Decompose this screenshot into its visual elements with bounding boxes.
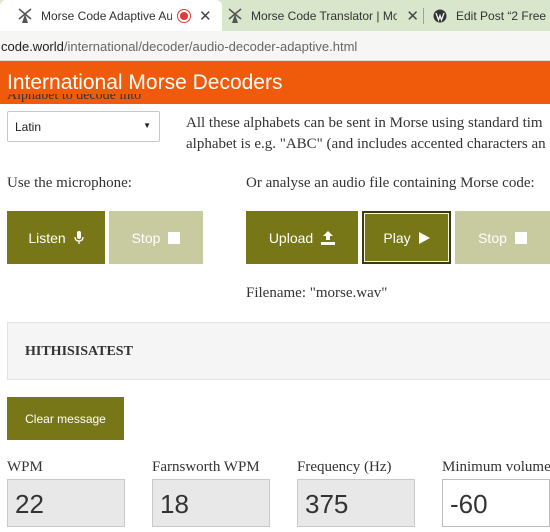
wpm-value: 22 xyxy=(15,489,44,519)
browser-tab-edit-post[interactable]: Edit Post “2 Free Onli xyxy=(432,0,550,31)
filename-text: Filename: "morse.wav" xyxy=(246,285,388,301)
upload-icon xyxy=(321,230,336,245)
close-tab-icon[interactable]: ✕ xyxy=(406,7,419,25)
url-text[interactable]: code.world/international/decoder/audio-d… xyxy=(1,39,357,54)
microphone-label: Use the microphone: xyxy=(7,175,132,191)
url-path: /international/decoder/audio-decoder-ada… xyxy=(63,39,358,54)
listen-button-label: Listen xyxy=(28,229,66,246)
play-button[interactable]: Play xyxy=(362,211,451,264)
frequency-label: Frequency (Hz) xyxy=(297,459,392,475)
browser-tab-strip: Morse Code Adaptive Audio ✕ Morse Code T… xyxy=(0,0,550,31)
alphabet-description: All these alphabets can be sent in Morse… xyxy=(186,113,550,155)
browser-tab-morse-translator[interactable]: Morse Code Translator | Morse C ✕ xyxy=(225,0,419,31)
chevron-down-icon: ▼ xyxy=(143,121,151,130)
tab-title: Morse Code Adaptive Audio xyxy=(41,8,172,23)
recording-indicator-icon xyxy=(178,9,190,22)
alphabet-description-line-2: alphabet is e.g. "ABC" (and includes acc… xyxy=(186,136,546,152)
decoded-message-box: HITHISISATEST xyxy=(7,322,550,380)
upload-button-label: Upload xyxy=(268,229,314,246)
site-title[interactable]: International Morse Decoders xyxy=(7,71,282,95)
play-button-label: Play xyxy=(383,229,411,246)
minimum-volume-value: -60 xyxy=(450,489,488,519)
listen-button[interactable]: Listen xyxy=(7,211,105,264)
audio-stop-label: Stop xyxy=(478,229,507,246)
microphone-stop-label: Stop xyxy=(131,229,161,246)
farnsworth-wpm-field[interactable]: 18 xyxy=(152,479,270,527)
farnsworth-wpm-label: Farnsworth WPM xyxy=(152,459,260,475)
url-host: code.world xyxy=(1,39,64,54)
alphabet-select[interactable]: Latin ▼ xyxy=(7,111,160,142)
wpm-field[interactable]: 22 xyxy=(7,479,125,527)
tab-title: Edit Post “2 Free Onli xyxy=(456,8,550,23)
audio-file-label: Or analyse an audio file containing Mors… xyxy=(246,175,535,191)
wordpress-favicon-icon xyxy=(432,8,448,24)
microphone-stop-button[interactable]: Stop xyxy=(109,211,203,264)
tab-separator xyxy=(423,8,424,24)
alphabet-description-line-1: All these alphabets can be sent in Morse… xyxy=(186,115,543,131)
upload-button[interactable]: Upload xyxy=(246,211,358,264)
alphabet-selected-value: Latin xyxy=(15,120,42,134)
alphabet-label: Alphabet to decode into xyxy=(7,94,142,103)
close-tab-icon[interactable]: ✕ xyxy=(199,7,212,25)
wpm-label: WPM xyxy=(7,459,43,475)
frequency-value: 375 xyxy=(305,489,349,519)
decoded-message-text: HITHISISATEST xyxy=(25,344,133,359)
stop-square-icon xyxy=(514,231,527,244)
stop-square-icon xyxy=(168,231,181,244)
address-bar[interactable]: code.world/international/decoder/audio-d… xyxy=(0,31,550,61)
windmill-favicon-icon xyxy=(17,7,33,24)
minimum-volume-label: Minimum volume xyxy=(442,459,550,475)
farnsworth-wpm-value: 18 xyxy=(160,489,189,519)
play-icon xyxy=(418,231,430,244)
audio-stop-button[interactable]: Stop xyxy=(455,211,550,264)
clear-message-button[interactable]: Clear message xyxy=(7,397,124,440)
tab-title: Morse Code Translator | Morse C xyxy=(251,8,398,23)
minimum-volume-field[interactable]: -60 xyxy=(442,479,550,527)
browser-tab-morse-adaptive[interactable]: Morse Code Adaptive Audio ✕ xyxy=(0,0,222,31)
microphone-icon xyxy=(74,230,84,245)
windmill-favicon-icon xyxy=(227,7,243,24)
frequency-field[interactable]: 375 xyxy=(297,479,415,527)
